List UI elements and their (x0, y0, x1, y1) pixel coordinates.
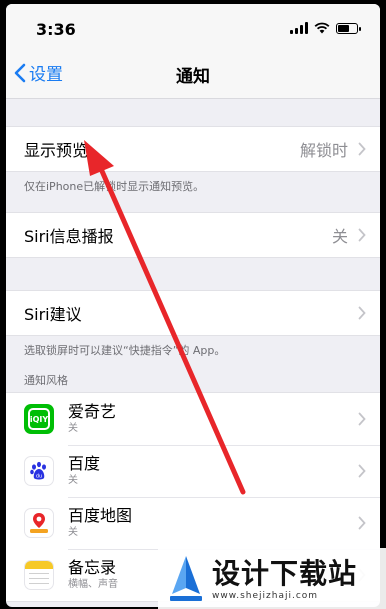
app-name: 百度 (68, 454, 101, 473)
show-preview-row[interactable]: 显示预览 解锁时 (6, 127, 380, 171)
status-icons (290, 22, 361, 34)
siri-announce-label: Siri信息播报 (24, 227, 114, 246)
status-bar: 3:36 (6, 4, 380, 48)
chevron-right-icon (358, 516, 366, 530)
siri-announce-value: 关 (331, 227, 348, 246)
phone-screen: 3:36 设置 通知 显示预览 解锁时 仅在iPhone已解锁时显示通知预览。 … (6, 4, 380, 607)
show-preview-value: 解锁时 (299, 141, 348, 160)
app-notification-detail: 关 (68, 527, 78, 538)
app-notification-detail: 关 (68, 423, 78, 434)
battery-icon (336, 22, 361, 34)
chevron-right-icon (358, 464, 366, 478)
notification-style-header: 通知风格 (24, 374, 68, 387)
status-time: 3:36 (36, 20, 76, 39)
page-title: 通知 (176, 67, 210, 87)
cellular-signal-icon (290, 22, 308, 34)
app-notification-detail: 关 (68, 475, 78, 486)
notes-icon (24, 560, 54, 590)
chevron-right-icon (358, 228, 366, 242)
app-row-baidu[interactable]: du 百度 关 (6, 445, 380, 497)
chevron-right-icon (358, 142, 366, 156)
watermark-url: www.shejizhaji.com (212, 590, 319, 601)
site-logo-icon (170, 555, 202, 601)
chevron-right-icon (358, 412, 366, 426)
siri-suggestions-group: Siri建议 (6, 290, 380, 336)
app-row-iqiyi[interactable]: iQIY 爱奇艺 关 (6, 393, 380, 445)
siri-suggestions-label: Siri建议 (24, 305, 82, 324)
watermark-title: 设计下载站 (212, 556, 358, 590)
app-notification-detail: 横幅、声音 (68, 579, 118, 590)
app-name: 百度地图 (68, 506, 133, 525)
wifi-icon (314, 22, 330, 34)
show-preview-label: 显示预览 (24, 141, 89, 160)
baidu-map-icon (24, 508, 54, 538)
show-preview-footnote: 仅在iPhone已解锁时显示通知预览。 (24, 180, 205, 193)
svg-text:du: du (36, 474, 42, 480)
siri-announce-group: Siri信息播报 关 (6, 212, 380, 258)
app-row-baidu-map[interactable]: 百度地图 关 (6, 497, 380, 549)
app-name: 爱奇艺 (68, 402, 117, 421)
iqiyi-icon: iQIY (24, 404, 54, 434)
navigation-bar: 设置 通知 (6, 48, 380, 99)
siri-suggestions-footnote: 选取锁屏时可以建议“快捷指令”的 App。 (24, 344, 226, 357)
siri-announce-row[interactable]: Siri信息播报 关 (6, 213, 380, 257)
baidu-icon: du (24, 456, 54, 486)
chevron-right-icon (358, 306, 366, 320)
show-preview-group: 显示预览 解锁时 (6, 126, 380, 172)
app-name: 备忘录 (68, 558, 117, 577)
siri-suggestions-row[interactable]: Siri建议 (6, 291, 380, 335)
site-watermark: 设计下载站 www.shejizhaji.com (158, 548, 386, 609)
